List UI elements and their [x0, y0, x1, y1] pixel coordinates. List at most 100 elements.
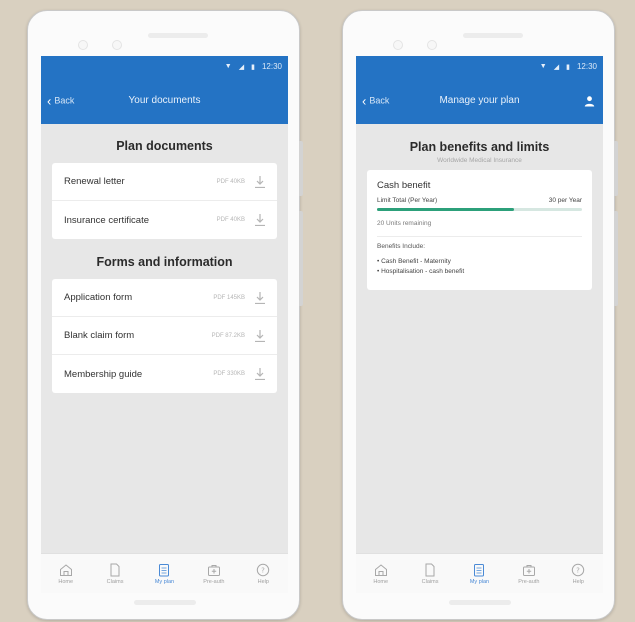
- document-meta: PDF 40KB: [216, 178, 245, 185]
- plan-documents-heading: Plan documents: [116, 139, 213, 153]
- battery-icon: ▮: [566, 63, 570, 71]
- user-profile-icon[interactable]: [584, 95, 595, 106]
- page-title: Your documents: [128, 95, 201, 106]
- chevron-left-icon: ‹: [362, 93, 367, 108]
- limit-row: Limit Total (Per Year) 30 per Year: [377, 197, 582, 204]
- benefit-title: Cash benefit: [377, 180, 431, 191]
- forms-heading: Forms and information: [96, 255, 233, 269]
- benefit-list-item: • Cash Benefit - Maternity: [377, 258, 451, 265]
- status-bar: ▼ ◢ ▮ 12:30: [356, 56, 603, 77]
- document-row-renewal-letter[interactable]: Renewal letter PDF 40KB: [52, 163, 277, 201]
- volume-button: [614, 141, 618, 196]
- app-bar: ‹ Back Your documents: [41, 77, 288, 124]
- bottom-nav: Home Claims My plan Pre-auth ? Help: [356, 553, 603, 593]
- home-icon: [374, 563, 387, 576]
- camera-icon: [393, 40, 403, 50]
- wifi-icon: ▼: [539, 63, 547, 70]
- usage-progress-bar: [377, 208, 582, 211]
- nav-label: Help: [257, 578, 269, 585]
- back-label: Back: [54, 95, 75, 106]
- svg-text:?: ?: [576, 566, 580, 574]
- nav-label: Home: [373, 578, 389, 585]
- speaker: [148, 33, 208, 38]
- plan-screen: ▼ ◢ ▮ 12:30 ‹ Back Manage your plan Plan…: [356, 56, 603, 593]
- status-time: 12:30: [261, 62, 282, 71]
- document-name: Membership guide: [64, 368, 143, 380]
- document-meta: PDF 330KB: [213, 371, 245, 377]
- nav-item-claims[interactable]: Claims: [93, 563, 137, 585]
- document-row-membership-guide[interactable]: Membership guide PDF 330KB: [52, 355, 277, 393]
- document-row-application-form[interactable]: Application form PDF 145KB: [52, 279, 277, 317]
- chevron-left-icon: ‹: [47, 93, 52, 108]
- nav-item-pre-auth[interactable]: Pre-auth: [192, 563, 236, 585]
- nav-item-help[interactable]: ? Help: [556, 563, 600, 585]
- download-icon[interactable]: [255, 329, 265, 342]
- nav-label: Home: [58, 578, 74, 585]
- back-label: Back: [369, 95, 390, 106]
- document-row-blank-claim-form[interactable]: Blank claim form PDF 87.2KB: [52, 317, 277, 355]
- nav-label: Claims: [421, 578, 439, 585]
- back-button[interactable]: ‹ Back: [47, 94, 74, 107]
- signal-icon: ◢: [238, 63, 245, 71]
- forms-card: Application form PDF 145KB Blank claim f…: [52, 279, 277, 393]
- document-meta: PDF 40KB: [216, 217, 245, 223]
- benefits-heading: Plan benefits and limits: [409, 140, 550, 154]
- phone-left: ▼ ◢ ▮ 12:30 ‹ Back Your documents Plan d…: [27, 10, 303, 620]
- page-title: Manage your plan: [439, 95, 520, 106]
- status-bar: ▼ ◢ ▮ 12:30: [41, 56, 288, 77]
- svg-text:?: ?: [261, 566, 265, 574]
- wifi-icon: ▼: [224, 63, 232, 70]
- sensor-icon: [427, 40, 437, 50]
- sensor-icon: [112, 40, 122, 50]
- phone-right: ▼ ◢ ▮ 12:30 ‹ Back Manage your plan Plan…: [342, 10, 618, 620]
- home-icon: [59, 563, 72, 576]
- documents-screen: ▼ ◢ ▮ 12:30 ‹ Back Your documents Plan d…: [41, 56, 288, 593]
- units-remaining: 20 Units remaining: [377, 220, 582, 237]
- clipboard-icon: [159, 563, 170, 576]
- document-meta: PDF 145KB: [213, 294, 245, 301]
- download-icon[interactable]: [255, 175, 265, 188]
- nav-item-help[interactable]: ? Help: [241, 563, 285, 585]
- power-button: [299, 211, 303, 306]
- download-icon[interactable]: [255, 214, 265, 226]
- usage-progress-fill: [377, 208, 515, 211]
- nav-item-home[interactable]: Home: [359, 563, 403, 585]
- nav-item-my-plan[interactable]: My plan: [457, 563, 501, 585]
- nav-item-pre-auth[interactable]: Pre-auth: [507, 563, 551, 585]
- signal-icon: ◢: [553, 63, 560, 71]
- nav-item-claims[interactable]: Claims: [408, 563, 452, 585]
- nav-label: Help: [572, 578, 584, 585]
- app-bar: ‹ Back Manage your plan: [356, 77, 603, 124]
- document-name: Renewal letter: [64, 176, 125, 187]
- status-time: 12:30: [576, 62, 597, 71]
- cash-benefit-card: Cash benefit Limit Total (Per Year) 30 p…: [367, 170, 592, 290]
- benefit-list-item: • Hospitalisation - cash benefit: [377, 268, 465, 275]
- document-meta: PDF 87.2KB: [211, 332, 245, 339]
- power-button: [614, 211, 618, 306]
- nav-item-home[interactable]: Home: [44, 563, 88, 585]
- nav-item-my-plan[interactable]: My plan: [142, 563, 186, 585]
- plan-documents-card: Renewal letter PDF 40KB Insurance certif…: [52, 163, 277, 239]
- plan-subtitle: Worldwide Medical Insurance: [437, 157, 522, 164]
- document-icon: [110, 563, 120, 576]
- nav-label: Claims: [106, 578, 124, 585]
- nav-label: Pre-auth: [518, 578, 540, 585]
- document-name: Application form: [64, 292, 133, 303]
- medical-bag-icon: [207, 564, 220, 576]
- download-icon[interactable]: [255, 291, 265, 304]
- download-icon[interactable]: [255, 368, 265, 380]
- clipboard-icon: [474, 563, 485, 576]
- document-row-insurance-certificate[interactable]: Insurance certificate PDF 40KB: [52, 201, 277, 239]
- medical-bag-icon: [522, 564, 535, 576]
- volume-button: [299, 141, 303, 196]
- home-indicator: [449, 600, 511, 605]
- bottom-nav: Home Claims My plan Pre-auth ? Help: [41, 553, 288, 593]
- back-button[interactable]: ‹ Back: [362, 94, 389, 107]
- limit-value: 30 per Year: [548, 197, 582, 204]
- document-name: Blank claim form: [64, 330, 135, 341]
- nav-label: Pre-auth: [203, 578, 225, 585]
- document-icon: [425, 563, 435, 576]
- nav-label: My plan: [469, 578, 490, 585]
- battery-icon: ▮: [251, 63, 255, 71]
- home-indicator: [134, 600, 196, 605]
